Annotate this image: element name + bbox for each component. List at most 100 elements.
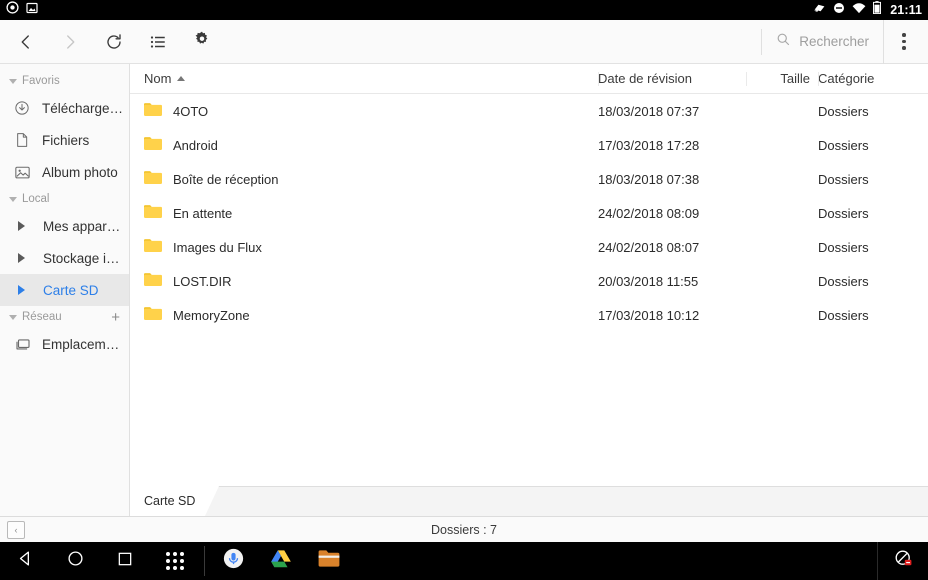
- column-header-taille[interactable]: Taille: [746, 64, 818, 94]
- column-divider[interactable]: [746, 72, 747, 86]
- dock-google-assistant-button[interactable]: [209, 542, 257, 580]
- file-name: LOST.DIR: [173, 273, 232, 289]
- cell-date: 17/03/2018 10:12: [598, 307, 700, 323]
- sidebar-group-label: Favoris: [22, 75, 60, 87]
- nav-divider: [204, 546, 205, 576]
- column-header-label: Catégorie: [818, 71, 875, 86]
- cell-size: [746, 264, 818, 298]
- nav-back-triangle-icon: [17, 550, 34, 572]
- table-row[interactable]: MemoryZone 17/03/2018 10:12 Dossiers: [130, 298, 928, 332]
- cell-name: Images du Flux: [130, 230, 598, 264]
- triangle-right-icon[interactable]: [18, 221, 34, 231]
- table-row[interactable]: LOST.DIR 20/03/2018 11:55 Dossiers: [130, 264, 928, 298]
- column-header-label: Taille: [780, 71, 810, 86]
- tab-carte-sd[interactable]: Carte SD: [130, 486, 220, 516]
- sidebar-item-label: Stockage i…: [43, 250, 120, 266]
- sidebar-item-stockage-interne[interactable]: Stockage i…: [0, 242, 129, 274]
- status-footer: ‹ Dossiers : 7: [0, 516, 928, 542]
- collapse-sidebar-button[interactable]: ‹: [7, 520, 25, 539]
- table-row[interactable]: Boîte de réception 18/03/2018 07:38 Doss…: [130, 162, 928, 196]
- cell-name: Android: [130, 128, 598, 162]
- sidebar-item-label: Fichiers: [42, 132, 90, 148]
- cell-size: [746, 230, 818, 264]
- sidebar-item-label: Télécharge…: [42, 100, 124, 116]
- nav-recents-button[interactable]: [100, 542, 150, 580]
- tab-strip: Carte SD: [130, 486, 928, 516]
- status-bar-right-icons: 21:11: [813, 1, 922, 19]
- cell-size: [746, 94, 818, 128]
- overflow-menu-button[interactable]: [883, 19, 924, 64]
- triangle-right-icon[interactable]: [18, 253, 34, 263]
- network-computer-icon: [14, 335, 34, 353]
- file-manager-icon: [318, 549, 340, 573]
- table-row[interactable]: 4OTO 18/03/2018 07:37 Dossiers: [130, 94, 928, 128]
- file-name: Android: [173, 137, 218, 153]
- cell-date: 18/03/2018 07:38: [598, 171, 700, 187]
- sidebar-item-telechargements[interactable]: Télécharge…: [0, 92, 129, 124]
- sidebar-item-carte-sd[interactable]: Carte SD: [0, 274, 129, 306]
- cell-date: 18/03/2018 07:37: [598, 103, 700, 119]
- cell-size: [746, 196, 818, 230]
- nav-right-area: [877, 542, 928, 580]
- sidebar-item-emplacement-reseau[interactable]: Emplacem…: [0, 328, 129, 360]
- table-row[interactable]: Android 17/03/2018 17:28 Dossiers: [130, 128, 928, 162]
- chevron-down-icon: [9, 196, 17, 202]
- column-divider[interactable]: [598, 72, 599, 86]
- settings-gear-button[interactable]: [180, 20, 224, 64]
- table-row[interactable]: Images du Flux 24/02/2018 08:07 Dossiers: [130, 230, 928, 264]
- cell-size: [746, 162, 818, 196]
- sidebar-group-reseau[interactable]: Réseau +: [0, 306, 129, 328]
- file-icon: [14, 132, 34, 148]
- cell-category: Dossiers: [818, 171, 869, 187]
- folder-icon: [144, 272, 162, 290]
- forward-button[interactable]: [48, 20, 92, 64]
- cell-category: Dossiers: [818, 273, 869, 289]
- column-header-date-de-revision[interactable]: Date de révision: [598, 64, 746, 94]
- nav-all-apps-button[interactable]: [150, 542, 200, 580]
- column-header-label: Nom: [144, 71, 172, 86]
- nav-recents-square-icon: [117, 551, 133, 572]
- table-row[interactable]: En attente 24/02/2018 08:09 Dossiers: [130, 196, 928, 230]
- do-not-disturb-icon: [833, 1, 845, 19]
- cell-name: 4OTO: [130, 94, 598, 128]
- search-input[interactable]: Rechercher: [761, 28, 869, 55]
- android-status-bar: 21:11: [0, 0, 928, 20]
- dock-google-drive-button[interactable]: [257, 542, 305, 580]
- content-area: Favoris Télécharge… Fichiers Album photo…: [0, 64, 928, 516]
- chevron-down-icon: [9, 78, 17, 84]
- sidebar-item-label: Album photo: [42, 164, 118, 180]
- sidebar-item-mes-appareils[interactable]: Mes appar…: [0, 210, 129, 242]
- sidebar-item-album-photo[interactable]: Album photo: [0, 156, 129, 188]
- nav-home-button[interactable]: [50, 542, 100, 580]
- sidebar-group-label: Réseau: [22, 311, 62, 323]
- sidebar-group-favoris[interactable]: Favoris: [0, 70, 129, 92]
- folder-icon: [144, 170, 162, 188]
- column-divider[interactable]: [818, 72, 819, 86]
- sidebar-group-label: Local: [22, 193, 50, 205]
- nav-home-circle-icon: [67, 550, 84, 572]
- cast-icon: [813, 1, 826, 19]
- cell-name: LOST.DIR: [130, 264, 598, 298]
- column-header-nom[interactable]: Nom: [130, 64, 598, 94]
- google-drive-icon: [270, 549, 292, 574]
- folder-icon: [144, 204, 162, 222]
- refresh-button[interactable]: [92, 20, 136, 64]
- sidebar-group-local[interactable]: Local: [0, 188, 129, 210]
- sidebar-item-fichiers[interactable]: Fichiers: [0, 124, 129, 156]
- cell-date: 24/02/2018 08:09: [598, 205, 700, 221]
- dock-file-manager-button[interactable]: [305, 542, 353, 580]
- add-network-location-button[interactable]: +: [111, 310, 120, 325]
- cell-date: 24/02/2018 08:07: [598, 239, 700, 255]
- notification-blocked-button[interactable]: [878, 542, 928, 580]
- screenshot-icon: [26, 1, 38, 19]
- list-view-button[interactable]: [136, 20, 180, 64]
- nav-back-button[interactable]: [0, 542, 50, 580]
- cell-name: MemoryZone: [130, 298, 598, 332]
- sidebar-item-label: Emplacem…: [42, 336, 120, 352]
- file-name: Boîte de réception: [173, 171, 279, 187]
- folder-icon: [144, 136, 162, 154]
- back-button[interactable]: [4, 20, 48, 64]
- column-header-categorie[interactable]: Catégorie: [818, 64, 918, 94]
- triangle-right-icon[interactable]: [18, 285, 34, 295]
- cell-date: 17/03/2018 17:28: [598, 137, 700, 153]
